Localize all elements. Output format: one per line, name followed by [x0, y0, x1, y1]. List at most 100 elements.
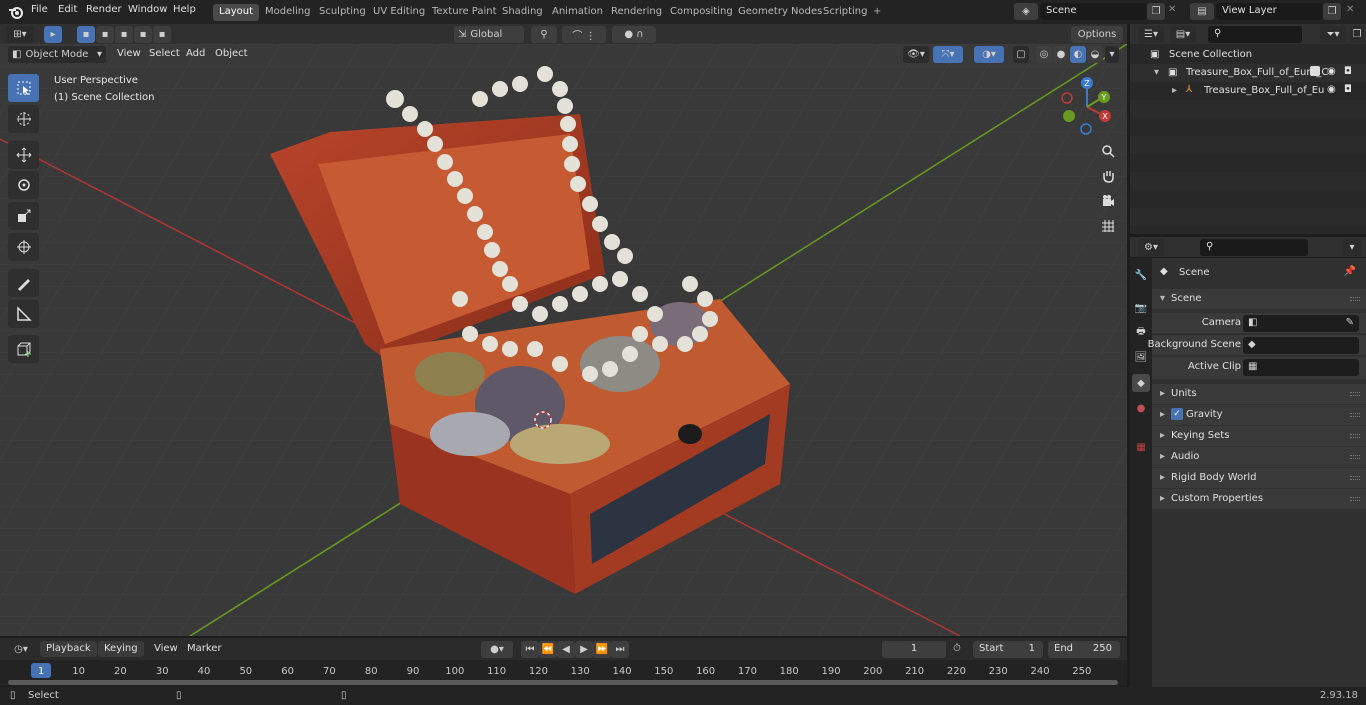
view-layer-tab-icon[interactable]: 🖼 [1132, 348, 1150, 366]
drag-handle-icon[interactable] [1350, 413, 1360, 417]
menu-playback[interactable]: Playback [40, 641, 97, 657]
menu-window[interactable]: Window [128, 4, 167, 15]
auto-keying-icon[interactable]: ●▾ [481, 641, 513, 658]
pan-hand-icon[interactable] [1096, 165, 1120, 187]
jump-end-icon[interactable]: ⏭ [611, 641, 629, 658]
filter-icon[interactable]: ⏷▾ [1320, 26, 1346, 43]
menu-render[interactable]: Render [86, 4, 122, 15]
frame-start-field[interactable]: Start 1 [973, 641, 1043, 658]
eyedropper-icon[interactable]: ✎ [1346, 317, 1354, 328]
properties-search-input[interactable]: ⚲ [1200, 239, 1308, 256]
drag-handle-icon[interactable] [1350, 434, 1360, 438]
view-layer-selector-icon[interactable]: ▤ [1190, 3, 1214, 20]
jump-keyframe-back-icon[interactable]: ⏪ [539, 641, 557, 658]
expand-arrow-icon[interactable]: ▸ [1172, 85, 1177, 96]
jump-start-icon[interactable]: ⏮ [521, 641, 539, 658]
new-collection-icon[interactable]: ❐ [1350, 26, 1364, 43]
select-tool-icon[interactable]: ▸ [44, 26, 62, 43]
tool-scale[interactable] [8, 202, 39, 230]
3d-viewport[interactable]: User Perspective (1) Scene Collection Z … [0, 44, 1127, 636]
close-view-layer-icon[interactable]: ✕ [1346, 4, 1354, 15]
camera-render-icon[interactable]: ◘ [1344, 66, 1352, 77]
exclude-checkbox[interactable] [1310, 66, 1320, 76]
display-mode-icon[interactable]: ▤▾ [1170, 26, 1196, 43]
tool-add-cube[interactable] [8, 335, 39, 363]
xray-toggle-icon[interactable]: ▢ [1013, 46, 1029, 63]
menu-object[interactable]: Object [209, 46, 254, 62]
drag-handle-icon[interactable] [1350, 476, 1360, 480]
eye-icon[interactable]: ◉ [1327, 66, 1336, 77]
jump-keyframe-forward-icon[interactable]: ⏩ [593, 641, 611, 658]
tab-shading[interactable]: Shading [496, 4, 549, 21]
menu-marker[interactable]: Marker [181, 641, 228, 657]
eye-icon[interactable]: ◉ [1327, 84, 1336, 95]
play-reverse-icon[interactable]: ◀ [557, 641, 575, 658]
close-scene-icon[interactable]: ✕ [1168, 4, 1176, 15]
overlay-toggle-icon[interactable]: ◑▾ [974, 46, 1004, 63]
shading-options-icon[interactable]: ▾ [1105, 46, 1119, 63]
transform-orientation-dropdown[interactable]: ⇲ Global [454, 26, 524, 43]
options-dropdown[interactable]: Options [1071, 26, 1123, 43]
menu-timeline-view[interactable]: View [148, 641, 184, 657]
tool-rotate[interactable] [8, 171, 39, 199]
scene-selector-icon[interactable]: ◈ [1014, 3, 1038, 20]
snap-icon[interactable]: ⌒ ⋮ [562, 26, 606, 43]
timeline-scrollbar[interactable] [8, 680, 1118, 685]
pin-icon[interactable]: 📌 [1344, 266, 1356, 277]
tab-sculpting[interactable]: Sculpting [313, 4, 372, 21]
keying-sets-panel-header[interactable]: ▸ Keying Sets [1152, 426, 1366, 446]
material-shading-icon[interactable]: ◐ [1070, 46, 1086, 63]
wireframe-shading-icon[interactable]: ◎ [1036, 46, 1052, 63]
tab-animation[interactable]: Animation [546, 4, 609, 21]
outliner-editor-type-icon[interactable]: ☰▾ [1138, 26, 1164, 43]
menu-file[interactable]: File [31, 4, 48, 15]
texture-tab-icon[interactable]: ▦ [1132, 438, 1150, 456]
object-mode-dropdown[interactable]: ◧ Object Mode ▾ [8, 46, 106, 63]
rendered-shading-icon[interactable]: ◒ [1087, 46, 1103, 63]
current-frame-field[interactable]: 1 [882, 641, 946, 658]
background-scene-field[interactable]: ◆ [1243, 337, 1359, 354]
scene-name-field[interactable]: Scene [1040, 3, 1146, 20]
proportional-edit-icon[interactable]: ● ∩ [612, 26, 656, 43]
navigation-gizmo[interactable]: Z X Y [1055, 74, 1120, 139]
tab-modeling[interactable]: Modeling [259, 4, 317, 21]
tool-cursor[interactable] [8, 105, 39, 133]
camera-render-icon[interactable]: ◘ [1344, 84, 1352, 95]
camera-view-icon[interactable] [1096, 190, 1120, 212]
menu-help[interactable]: Help [173, 4, 196, 15]
outliner-row-scene-collection[interactable]: ▣ Scene Collection [1130, 46, 1366, 64]
tab-texture-paint[interactable]: Texture Paint [426, 4, 503, 21]
menu-add[interactable]: Add [180, 46, 211, 62]
zoom-icon[interactable] [1096, 140, 1120, 162]
tab-uv-editing[interactable]: UV Editing [367, 4, 431, 21]
drag-handle-icon[interactable] [1350, 297, 1360, 301]
blender-logo-icon[interactable] [8, 4, 24, 20]
select-mode-new-icon[interactable]: ▪ [77, 26, 95, 43]
select-mode-intersect-icon[interactable]: ▪ [153, 26, 171, 43]
drag-handle-icon[interactable] [1350, 455, 1360, 459]
gizmo-toggle-icon[interactable]: ⤧▾ [933, 46, 963, 63]
tool-tab-icon[interactable]: 🔧 [1132, 266, 1150, 284]
view-object-types-icon[interactable]: 👁▾ [903, 46, 929, 63]
units-panel-header[interactable]: ▸ Units [1152, 384, 1366, 404]
scene-panel-header[interactable]: ▾ Scene [1152, 289, 1366, 309]
use-preview-range-icon[interactable]: ⏱ [953, 643, 961, 654]
menu-keying[interactable]: Keying [98, 641, 144, 657]
gravity-checkbox[interactable]: ✓ [1171, 408, 1183, 420]
rigid-body-world-panel-header[interactable]: ▸ Rigid Body World [1152, 468, 1366, 488]
tool-select-box[interactable] [8, 74, 39, 102]
gravity-panel-header[interactable]: ▸ ✓ Gravity [1152, 405, 1366, 425]
properties-options-icon[interactable]: ▾ [1342, 239, 1362, 256]
editor-type-icon[interactable]: ⊞▾ [6, 26, 34, 43]
menu-view[interactable]: View [111, 46, 147, 62]
drag-handle-icon[interactable] [1350, 497, 1360, 501]
timeline-editor-type-icon[interactable]: ◷▾ [8, 641, 34, 658]
select-mode-invert-icon[interactable]: ▪ [134, 26, 152, 43]
solid-shading-icon[interactable]: ● [1053, 46, 1069, 63]
pivot-point-icon[interactable]: ⚲ [531, 26, 557, 43]
audio-panel-header[interactable]: ▸ Audio [1152, 447, 1366, 467]
add-workspace-icon[interactable]: + [867, 4, 887, 21]
view-layer-field[interactable]: View Layer [1216, 3, 1322, 20]
new-view-layer-icon[interactable]: ❐ [1323, 3, 1341, 20]
select-mode-subtract-icon[interactable]: ▪ [115, 26, 133, 43]
